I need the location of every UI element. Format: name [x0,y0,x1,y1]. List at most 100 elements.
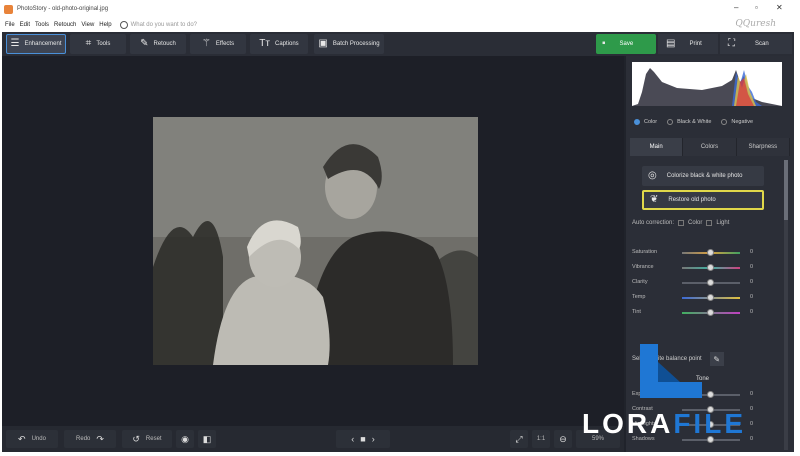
menu-help[interactable]: Help [99,22,111,28]
tint-label: Tint [632,309,641,315]
mode-bw-label: Black & White [677,119,712,125]
save-label: Save [619,41,634,47]
temp-label: Temp [632,294,646,300]
title-bar: PhotoStory - old-photo-original.jpg – ▫ … [0,0,800,18]
search-input[interactable]: What do you want to do? [131,22,197,28]
radio-black-white[interactable] [667,119,674,125]
menu-edit[interactable]: Edit [20,22,30,28]
auto-correction: Auto correction: Color Light [632,220,729,226]
preview-button[interactable]: ◉ [176,430,194,448]
app-window: PhotoStory - old-photo-original.jpg – ▫ … [0,0,800,456]
panel-tabs: Main Colors Sharpness [630,138,790,156]
minus-icon: ⊖ [559,433,567,444]
temp-slider[interactable]: Temp 0 [632,293,758,303]
zoom-ratio-button[interactable]: 1:1 [532,430,550,448]
tint-knob[interactable] [707,309,714,316]
colorize-button[interactable]: ◎ Colorize black & white photo [642,166,764,186]
vibrance-label: Vibrance [632,264,654,270]
temp-value: 0 [750,294,754,300]
batch-icon: ▣ [318,38,328,49]
tab-sharpness[interactable]: Sharpness [736,138,790,156]
vibrance-knob[interactable] [707,264,714,271]
clarity-label: Clarity [632,279,648,285]
undo-button[interactable]: ↶ Undo [6,430,58,448]
radio-negative[interactable] [721,119,728,125]
scrollbar-thumb[interactable] [784,160,788,220]
clarity-value: 0 [750,279,754,285]
auto-color-checkbox[interactable] [678,220,685,226]
shadows-value: 0 [750,436,754,442]
tab-retouch-label: Retouch [153,41,176,47]
tab-retouch[interactable]: ✎ Retouch [130,34,186,54]
tint-slider[interactable]: Tint 0 [632,308,758,318]
folder-icon[interactable]: ■ [360,434,365,444]
chevron-right-icon[interactable]: › [372,434,375,444]
search-icon[interactable] [119,21,128,29]
saturation-slider[interactable]: Saturation 0 [632,248,758,258]
eyedropper-icon[interactable]: ✎ [709,352,724,366]
image-navigation[interactable]: ‹ ■ › [336,430,390,448]
saturation-knob[interactable] [707,249,714,256]
tab-tools[interactable]: ⌗ Tools [70,34,126,54]
print-button[interactable]: ▤ Print [658,34,718,54]
scan-label: Scan [755,41,769,47]
bottom-toolbar: ↶ Undo Redo ↷ ↺ Reset ◉ ◧ ‹ ■ › ⤢ 1:1 ⊖ … [2,426,624,452]
auto-light-checkbox[interactable] [706,220,713,226]
tab-captions-label: Captions [275,41,299,47]
contrast-value: 0 [750,406,754,412]
floppy-icon: ▪ [602,38,606,49]
save-button[interactable]: ▪ Save [596,34,656,54]
tab-effects[interactable]: ⚚ Effects [190,34,246,54]
zoom-out-button[interactable]: ⊖ [554,430,572,448]
tab-batch-processing[interactable]: ▣ Batch Processing [314,34,384,54]
compare-button[interactable]: ◧ [198,430,216,448]
vibrance-slider[interactable]: Vibrance 0 [632,263,758,273]
menu-tools[interactable]: Tools [35,22,49,28]
temp-knob[interactable] [707,294,714,301]
mode-negative-label: Negative [731,119,754,125]
watermark-logo [640,344,702,398]
old-photo[interactable] [153,117,478,365]
reset-icon: ↺ [132,433,140,444]
menu-view[interactable]: View [81,22,94,28]
clarity-slider[interactable]: Clarity 0 [632,278,758,288]
scan-button[interactable]: ⛶ Scan [720,34,792,54]
restore-label: Restore old photo [668,197,716,203]
color-mode-selector: Color Black & White Negative [634,116,784,128]
clarity-knob[interactable] [707,279,714,286]
redo-button[interactable]: Redo ↷ [64,430,116,448]
tab-colors[interactable]: Colors [683,138,737,156]
saturation-value: 0 [750,249,754,255]
exposure-value: 0 [750,391,754,397]
fit-button[interactable]: ⤢ [510,430,528,448]
tab-main[interactable]: Main [630,138,684,156]
mode-color-label: Color [644,119,658,125]
saturation-label: Saturation [632,249,658,255]
panel-scrollbar[interactable] [784,160,788,450]
tab-enhancement[interactable]: ☰ Enhancement [6,34,66,54]
tab-batch-label: Batch Processing [332,41,380,47]
colorize-label: Colorize black & white photo [666,173,743,179]
close-icon[interactable]: ✕ [776,3,783,12]
minimize-icon[interactable]: – [734,3,738,12]
tab-tools-label: Tools [96,41,111,47]
menu-retouch[interactable]: Retouch [54,22,76,28]
zoom-ratio-label: 1:1 [536,436,546,442]
tab-captions[interactable]: Tт Captions [250,34,308,54]
app-logo-icon [4,4,13,14]
radio-color[interactable] [634,119,640,125]
reset-label: Reset [145,436,162,442]
restore-old-photo-button[interactable]: ❦ Restore old photo [642,190,764,210]
chevron-left-icon[interactable]: ‹ [351,434,354,444]
menu-file[interactable]: File [5,22,15,28]
photo-canvas[interactable] [2,56,624,426]
exposure-knob[interactable] [707,391,714,398]
brand-signature: QQuresh [735,19,776,29]
reset-button[interactable]: ↺ Reset [122,430,172,448]
redo-icon: ↷ [96,433,104,444]
auto-color-label: Color [688,220,703,226]
maximize-icon[interactable]: ▫ [755,3,758,12]
watermark-white-part: LORA [582,408,674,439]
window-title: PhotoStory - old-photo-original.jpg [17,6,109,12]
auto-correction-label: Auto correction: [632,220,675,226]
